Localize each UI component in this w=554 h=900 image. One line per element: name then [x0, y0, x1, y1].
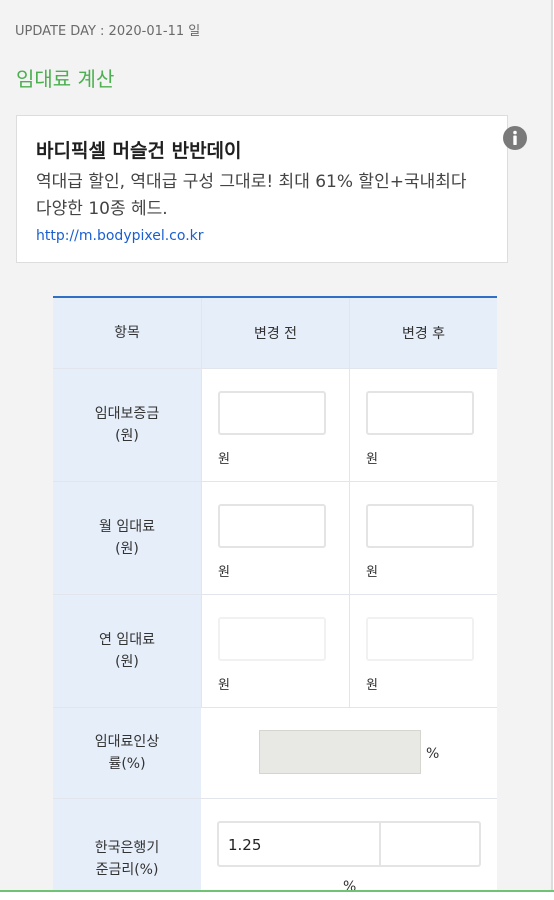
unit-label: 원 — [218, 678, 230, 693]
unit-label: 원 — [218, 565, 230, 580]
table-row: 연 임대료 (원) 원 원 — [53, 595, 497, 708]
table-row: 한국은행기 준금리(%) 1.25 % — [53, 799, 497, 890]
cell-before: 원 — [201, 595, 349, 707]
table-row: 월 임대료 (원) 원 원 — [53, 482, 497, 595]
unit-label: 원 — [218, 452, 230, 467]
cell-before: 원 — [201, 369, 349, 481]
cell-before: 원 — [201, 482, 349, 594]
ad-url-link[interactable]: http://m.bodypixel.co.kr — [36, 228, 204, 244]
monthly-rent-before-input[interactable] — [218, 504, 326, 548]
percent-unit: % — [426, 746, 440, 762]
deposit-after-input[interactable] — [366, 391, 474, 435]
unit-label: 원 — [366, 565, 378, 580]
row-label-base-rate: 한국은행기 준금리(%) — [53, 799, 201, 890]
cell-base-rate: 1.25 % — [201, 799, 497, 890]
input-divider — [379, 823, 381, 865]
unit-label: 원 — [366, 452, 378, 467]
rent-calc-table: 항목 변경 전 변경 후 임대보증금 (원) 원 원 월 임대료 (원) 원 원… — [53, 296, 497, 890]
base-rate-input[interactable]: 1.25 — [217, 821, 481, 867]
rent-increase-rate-field — [259, 730, 421, 774]
cell-after: 원 — [349, 595, 497, 707]
monthly-rent-after-input[interactable] — [366, 504, 474, 548]
update-day: UPDATE DAY : 2020-01-11 일 — [15, 24, 201, 39]
table-header-row: 항목 변경 전 변경 후 — [53, 298, 497, 369]
percent-unit: % — [343, 879, 357, 890]
table-row: 임대료인상 률(%) % — [53, 708, 497, 799]
header-after: 변경 후 — [349, 298, 497, 368]
page-title: 임대료 계산 — [16, 67, 115, 91]
ad-title[interactable]: 바디픽셀 머슬건 반반데이 — [36, 136, 242, 163]
base-rate-value: 1.25 — [228, 836, 262, 854]
bottom-divider — [0, 890, 554, 892]
header-item: 항목 — [53, 298, 201, 368]
deposit-before-input[interactable] — [218, 391, 326, 435]
ad-banner[interactable]: 바디픽셀 머슬건 반반데이 역대급 할인, 역대급 구성 그대로! 최대 61%… — [16, 115, 527, 263]
header-before: 변경 전 — [201, 298, 349, 368]
info-icon[interactable] — [503, 126, 527, 150]
cell-rate: % — [201, 708, 497, 798]
calculator-panel: UPDATE DAY : 2020-01-11 일 임대료 계산 바디픽셀 머슬… — [0, 0, 553, 890]
row-label-monthly-rent: 월 임대료 (원) — [53, 482, 201, 594]
ad-description[interactable]: 역대급 할인, 역대급 구성 그대로! 최대 61% 할인+국내최다 다양한 1… — [36, 169, 486, 223]
annual-rent-before-field — [218, 617, 326, 661]
table-row: 임대보증금 (원) 원 원 — [53, 369, 497, 482]
row-label-deposit: 임대보증금 (원) — [53, 369, 201, 481]
cell-after: 원 — [349, 482, 497, 594]
row-label-annual-rent: 연 임대료 (원) — [53, 595, 201, 707]
unit-label: 원 — [366, 678, 378, 693]
cell-after: 원 — [349, 369, 497, 481]
row-label-rent-increase: 임대료인상 률(%) — [53, 708, 201, 798]
annual-rent-after-field — [366, 617, 474, 661]
